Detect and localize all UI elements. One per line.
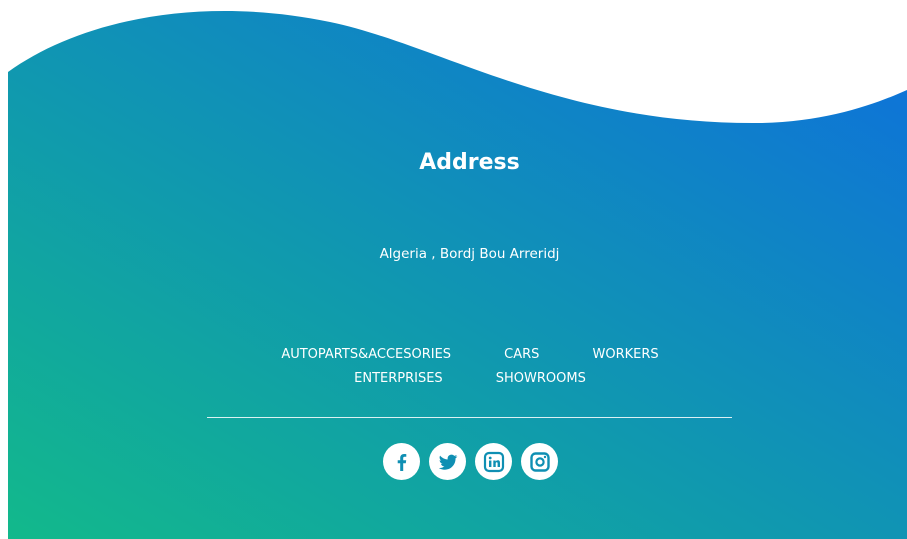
twitter-icon	[438, 454, 457, 470]
nav-link-cars[interactable]: CARS	[504, 347, 539, 362]
footer-divider	[207, 417, 732, 418]
nav-link-workers[interactable]: WORKERS	[593, 347, 659, 362]
nav-link-autoparts[interactable]: AUTOPARTS&ACCESORIES	[281, 347, 451, 362]
footer: Address Algeria , Bordj Bou Arreridj AUT…	[0, 0, 907, 539]
facebook-icon	[397, 453, 406, 471]
facebook-button[interactable]	[383, 443, 420, 480]
instagram-button[interactable]	[521, 443, 558, 480]
twitter-button[interactable]	[429, 443, 466, 480]
address-title: Address	[419, 150, 520, 175]
footer-nav: AUTOPARTS&ACCESORIES CARS WORKERS ENTERP…	[190, 342, 750, 390]
address-text: Algeria , Bordj Bou Arreridj	[379, 246, 560, 262]
linkedin-button[interactable]	[475, 443, 512, 480]
linkedin-icon	[483, 451, 504, 472]
instagram-icon	[529, 451, 550, 472]
social-links	[383, 443, 558, 480]
nav-link-showrooms[interactable]: SHOWROOMS	[496, 371, 586, 386]
nav-link-enterprises[interactable]: ENTERPRISES	[354, 371, 443, 386]
